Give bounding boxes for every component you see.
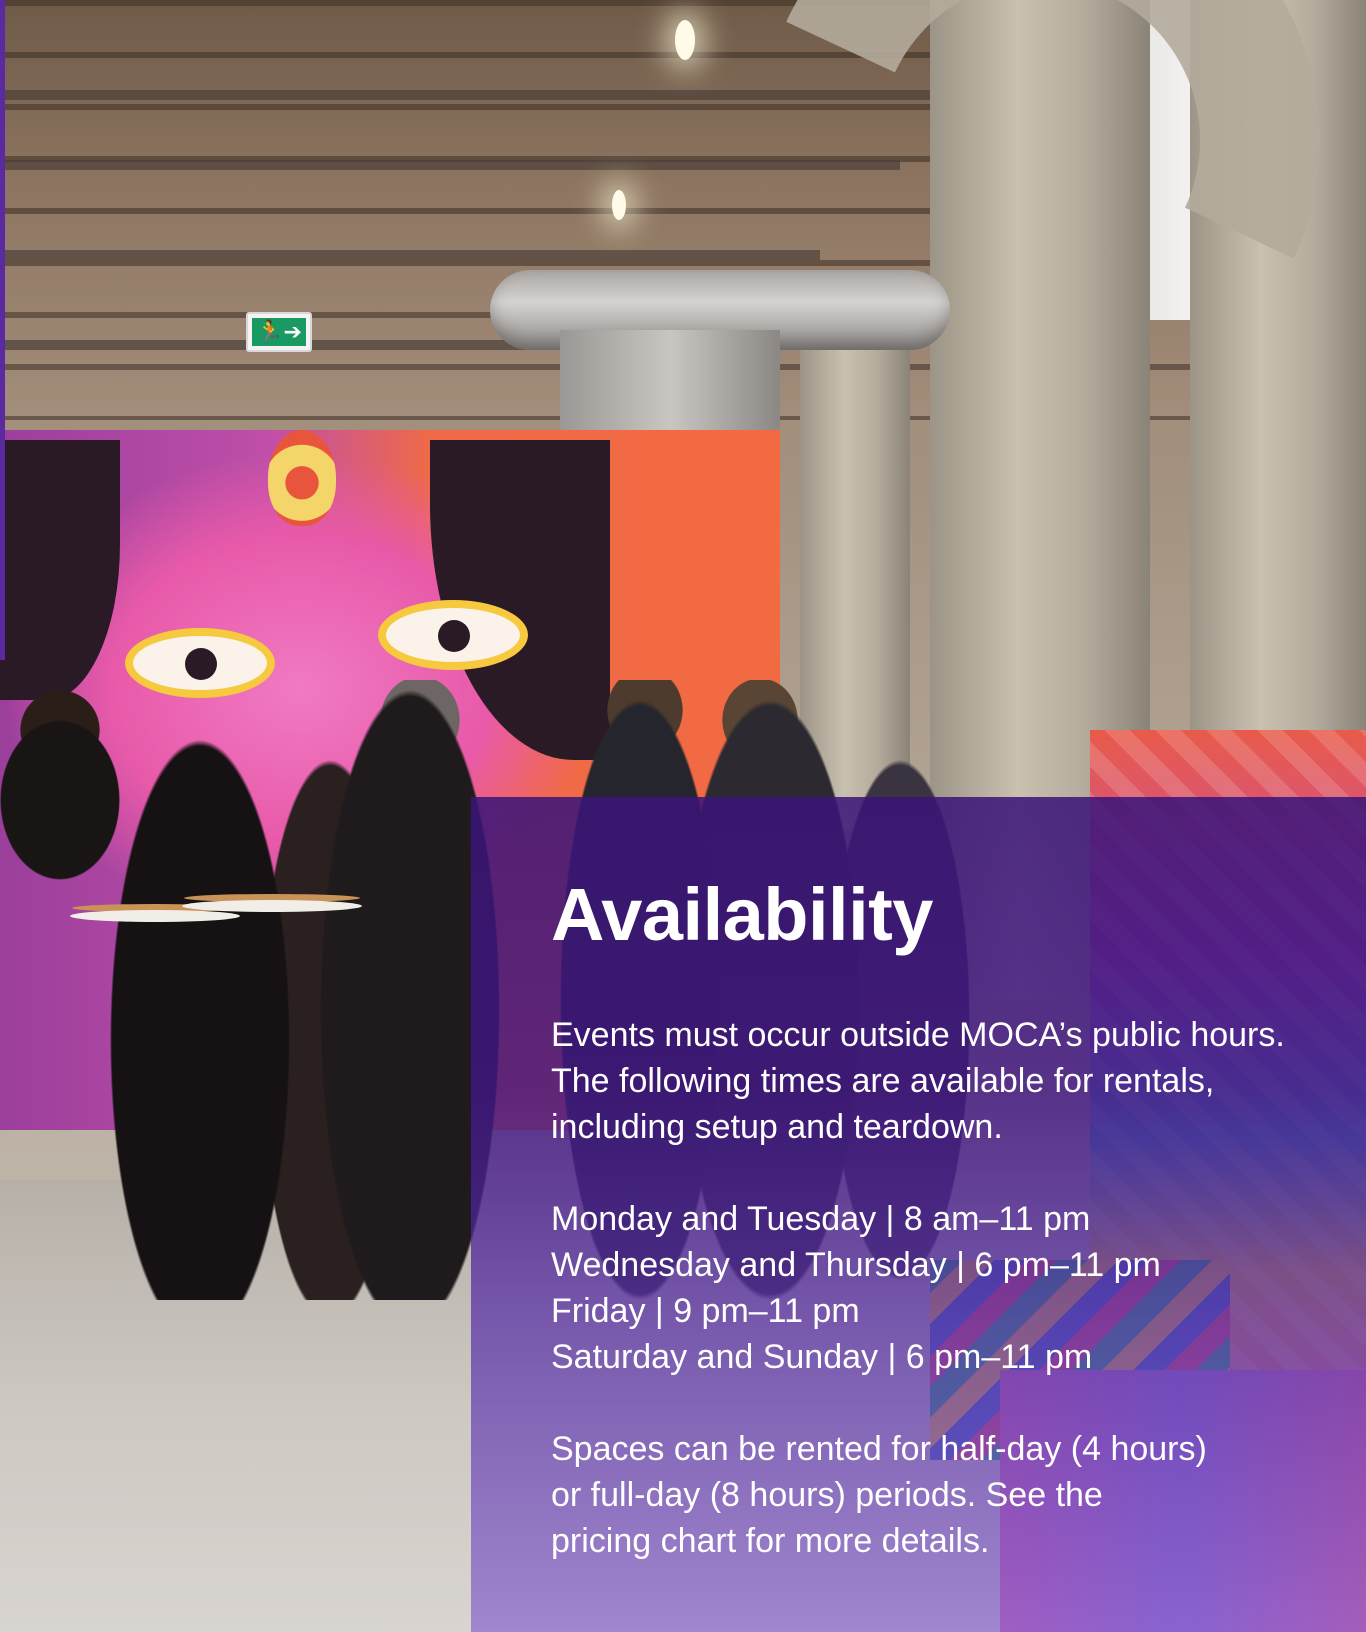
food-tray [70, 910, 240, 922]
schedule-item: Saturday and Sunday | 6 pm–11 pm [551, 1338, 1093, 1376]
ceiling-light [612, 190, 626, 220]
mural-bindi [268, 430, 336, 526]
schedule-item: Wednesday and Thursday | 6 pm–11 pm [551, 1246, 1161, 1284]
availability-intro: Events must occur outside MOCA’s public … [551, 1016, 1285, 1146]
exit-sign-icon: 🏃➔ [252, 318, 306, 346]
availability-page: 🏃➔ Availability Events must occur outsid… [0, 0, 1366, 1632]
rental-schedule: Monday and Tuesday | 8 am–11 pm Wednesda… [551, 1196, 1311, 1380]
ceiling-light [675, 20, 695, 60]
schedule-item: Monday and Tuesday | 8 am–11 pm [551, 1200, 1091, 1238]
accent-stripe [0, 0, 5, 660]
ceiling-beam [0, 250, 820, 260]
exit-sign: 🏃➔ [246, 312, 312, 352]
mural-eye [378, 600, 528, 670]
availability-heading: Availability [551, 873, 933, 956]
rental-period-note: Spaces can be rented for half-day (4 hou… [551, 1430, 1207, 1560]
availability-content: Availability Events must occur outside M… [551, 872, 1311, 1564]
food-tray [182, 900, 362, 912]
schedule-item: Friday | 9 pm–11 pm [551, 1292, 860, 1330]
availability-panel: Availability Events must occur outside M… [471, 797, 1366, 1632]
